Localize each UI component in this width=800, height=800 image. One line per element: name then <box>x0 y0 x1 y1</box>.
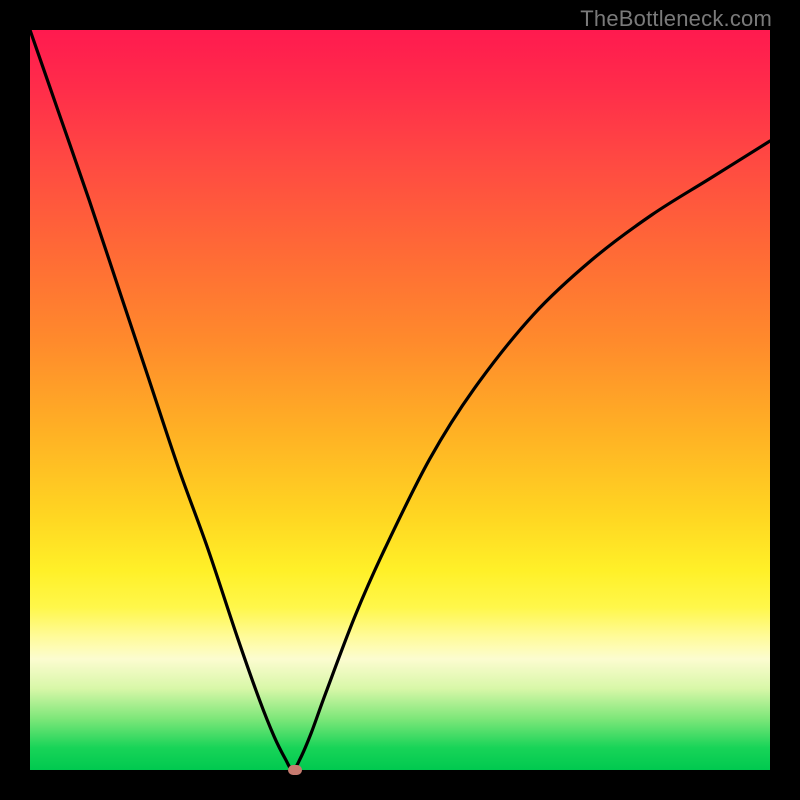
optimal-point-marker <box>288 765 302 775</box>
watermark-text: TheBottleneck.com <box>580 6 772 32</box>
plot-area <box>30 30 770 770</box>
chart-container: TheBottleneck.com <box>0 0 800 800</box>
bottleneck-curve <box>30 30 770 770</box>
